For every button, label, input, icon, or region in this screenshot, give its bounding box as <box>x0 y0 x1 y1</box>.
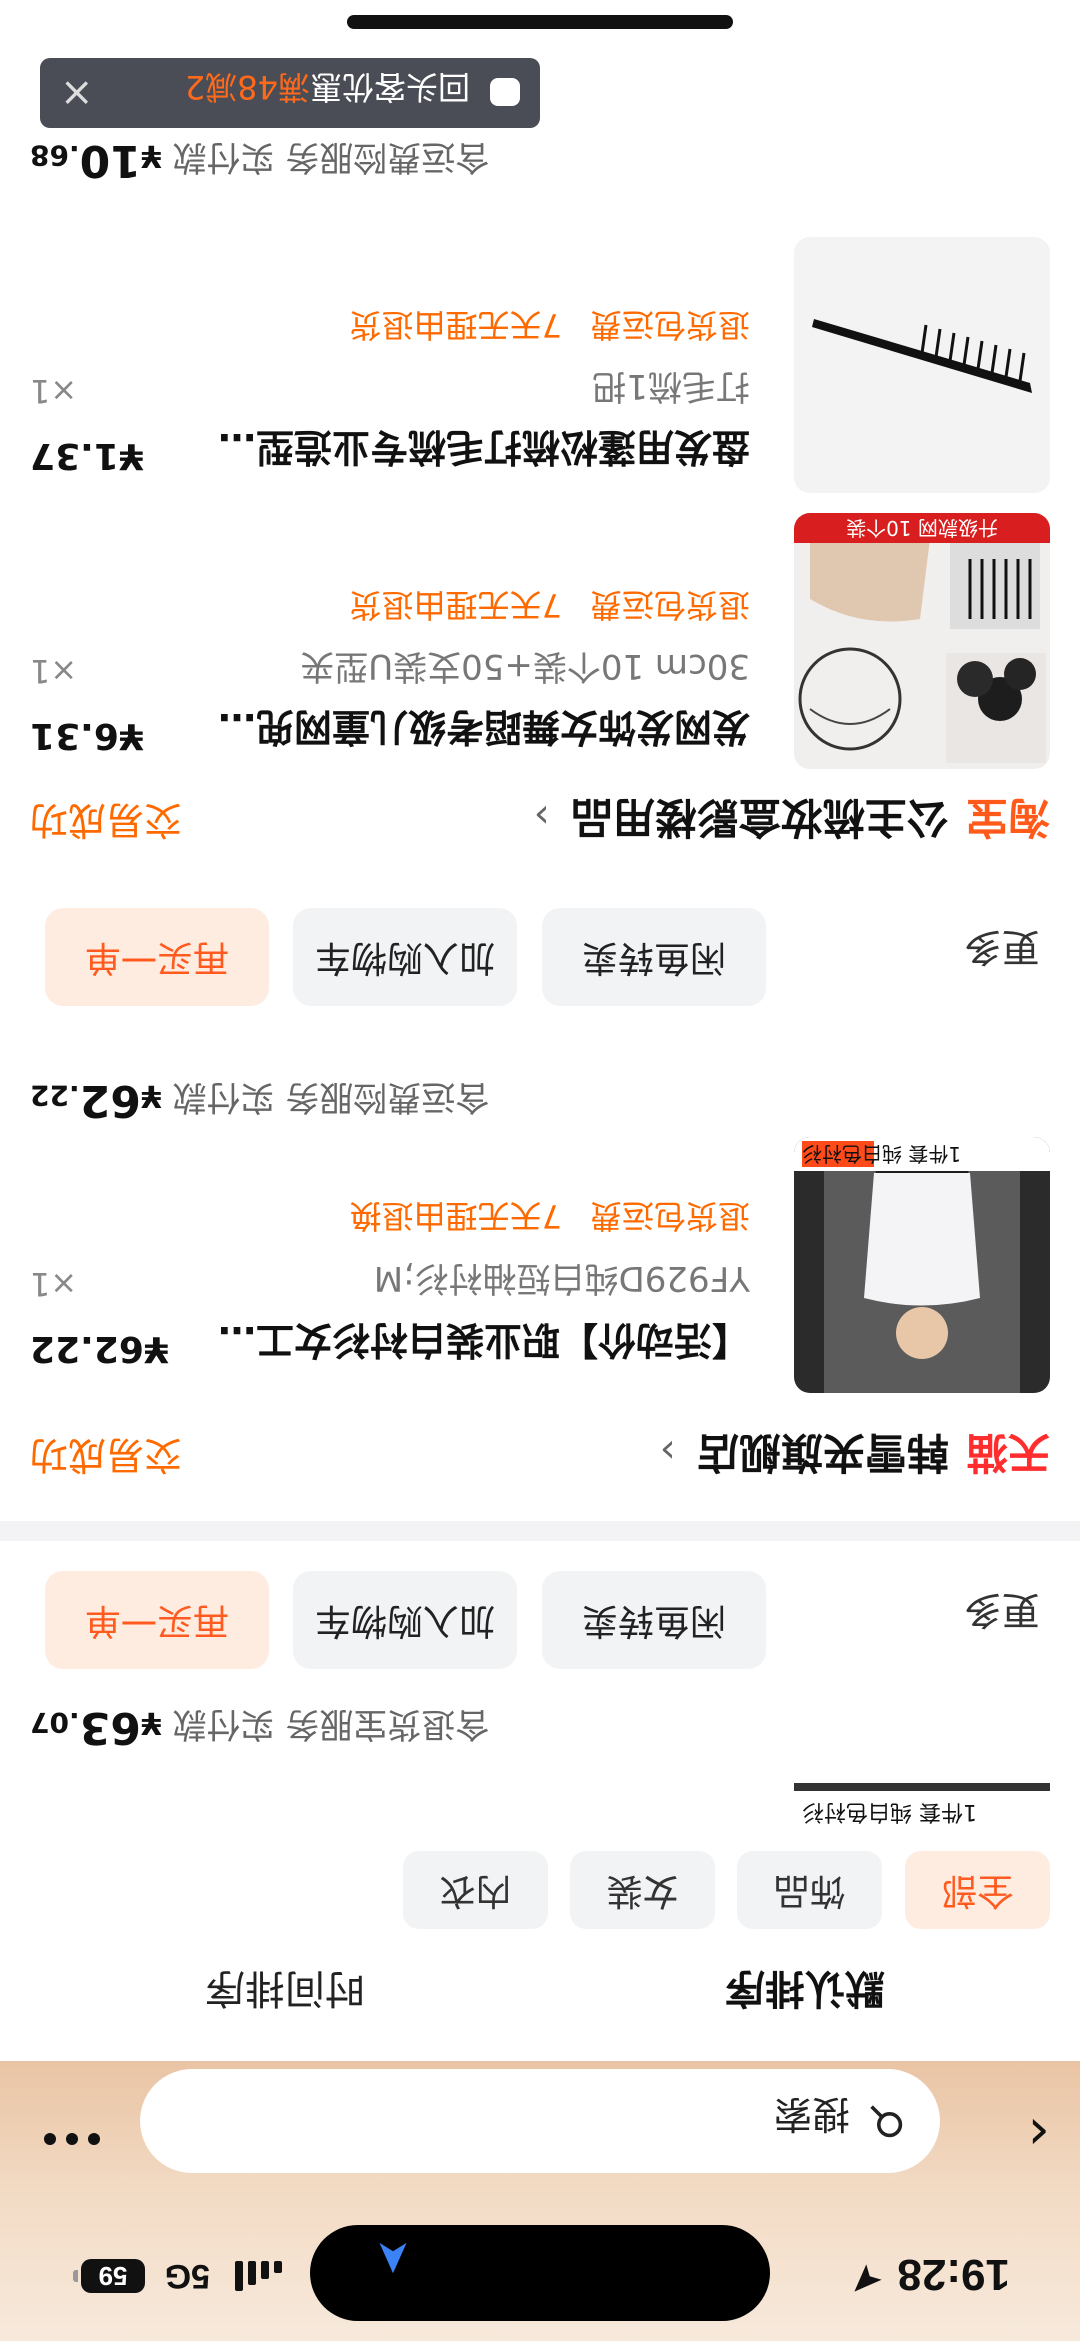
store-name: 公主梳妆盒影楼用品 <box>570 793 949 842</box>
product-title[interactable]: 发网发饰女舞蹈考级儿童网兜盘发… <box>190 703 750 758</box>
tmall-logo: 天猫 <box>965 1429 1050 1476</box>
search-icon <box>870 2105 903 2138</box>
service-tag: 7天无理由退换 <box>349 1197 562 1235</box>
add-to-cart-button[interactable]: 加入购物车 <box>293 908 517 1006</box>
product-service-tags: 退货包运费 7天无理由退货 <box>322 304 750 350</box>
comb-photo <box>794 237 1050 493</box>
sort-by-time[interactable]: 时间排序 <box>205 1963 365 2021</box>
product-tag: 1件套 纯白色衬衫 <box>794 1791 1050 1831</box>
order-actions: 更多 闲鱼转卖 加入购物车 再买一单 <box>0 906 1080 1006</box>
rebuy-button[interactable]: 再买一单 <box>45 1571 269 1669</box>
navigation-arrow-icon <box>379 2242 407 2274</box>
paid-amount: 含退货宝服务 实付款 ¥63.07 <box>30 1702 489 1753</box>
network-type: 5G <box>164 2257 210 2295</box>
product-qty: ×1 <box>30 652 78 690</box>
product-sku: 30cm 10个装+50支装U型夹 <box>300 646 750 686</box>
product-price: ¥1.37 <box>30 435 144 476</box>
search-input[interactable]: 搜索 <box>140 2069 940 2173</box>
product-image: 升级款网 10个装 <box>794 513 1050 769</box>
product-service-tags: 退货包运费 7天无理由退货 <box>322 584 750 630</box>
filter-chip-underwear[interactable]: 内衣 <box>403 1851 548 1929</box>
product-service-tags: 退货包运费 7天无理由退换 <box>322 1195 750 1241</box>
search-placeholder: 搜索 <box>773 2092 850 2136</box>
more-button[interactable]: 更多 <box>964 1586 1040 1641</box>
location-arrow-icon <box>854 2264 882 2292</box>
service-tag: 退货包运费 <box>589 306 750 344</box>
battery-icon: 59 <box>81 2259 145 2293</box>
blouse-photo <box>794 1137 1050 1393</box>
order-card[interactable]: 淘宝 公主梳妆盒影楼用品 › 交易成功 升级款网 10个装 发网发饰女舞蹈考级儿… <box>0 0 1080 886</box>
resell-button[interactable]: 闲鱼转卖 <box>542 908 766 1006</box>
status-time: 19:28 <box>897 2250 1010 2299</box>
close-icon[interactable]: × <box>60 70 94 116</box>
screen: 19:28 5G 59 ‹ 搜索 默认排序 时间排序 全部 饰品 女装 内衣 1… <box>0 0 1080 2341</box>
store-name: 韩雪夹旗舰店 <box>696 1428 949 1477</box>
rebuy-button[interactable]: 再买一单 <box>45 908 269 1006</box>
chevron-right-icon: › <box>659 1428 676 1474</box>
paid-label: 含运费险服务 实付款 <box>172 137 490 177</box>
product-qty: ×1 <box>30 372 78 410</box>
product-title[interactable]: 【活动价】职业装白衬衫女工作服… <box>190 1316 750 1371</box>
paid-dec: .22 <box>30 1079 80 1112</box>
store-row[interactable]: 淘宝 公主梳妆盒影楼用品 › 交易成功 <box>30 791 1050 851</box>
product-tag: 1件套 纯白色衬衫 <box>802 1142 962 1166</box>
order-actions: 更多 闲鱼转卖 加入购物车 再买一单 <box>0 1569 1080 1669</box>
more-button[interactable]: 更多 <box>964 923 1040 978</box>
product-price: ¥6.31 <box>30 715 144 756</box>
toast-prefix: 回头客优惠 <box>309 68 470 106</box>
toast-highlight: 满48减2 <box>184 68 310 106</box>
sort-bar: 默认排序 时间排序 <box>0 1941 1080 2061</box>
paid-currency: ¥ <box>140 1705 162 1740</box>
sort-default[interactable]: 默认排序 <box>725 1963 885 2021</box>
paid-amount: 含运费险服务 实付款 ¥10.68 <box>30 135 489 186</box>
hairnet-photo <box>794 513 1050 769</box>
paid-dec: .68 <box>30 139 80 172</box>
paid-currency: ¥ <box>140 1078 162 1113</box>
order-card[interactable]: 1件套 纯白色衬衫 含退货宝服务 实付款 ¥63.07 更多 闲鱼转卖 加入购物… <box>0 1541 1080 1831</box>
home-indicator <box>347 15 733 29</box>
taobao-logo: 淘宝 <box>965 794 1050 841</box>
dynamic-island <box>310 2225 770 2321</box>
resell-button[interactable]: 闲鱼转卖 <box>542 1571 766 1669</box>
paid-currency: ¥ <box>140 138 162 173</box>
search-header: ‹ 搜索 <box>0 2061 1080 2201</box>
paid-label: 含运费险服务 实付款 <box>172 1077 490 1117</box>
back-button[interactable]: ‹ <box>990 2101 1050 2166</box>
chevron-right-icon: › <box>533 793 550 839</box>
paid-int: 62 <box>79 1075 141 1126</box>
paid-amount: 含运费险服务 实付款 ¥62.22 <box>30 1075 489 1126</box>
filter-chip-all[interactable]: 全部 <box>905 1851 1050 1929</box>
order-status: 交易成功 <box>30 1433 183 1477</box>
coupon-icon <box>490 78 520 106</box>
toast-text: 回头客优惠满48减2 <box>185 66 470 112</box>
service-tag: 7天无理由退货 <box>349 586 562 624</box>
paid-dec: .07 <box>30 1706 80 1739</box>
store-row[interactable]: 天猫 韩雪夹旗舰店 › 交易成功 <box>30 1426 1050 1486</box>
filter-chips: 全部 饰品 女装 内衣 <box>0 1831 1080 1941</box>
service-tag: 7天无理由退货 <box>349 306 562 344</box>
paid-int: 10 <box>79 135 141 186</box>
product-sku: 打毛梳1把 <box>592 366 750 406</box>
order-status: 交易成功 <box>30 798 183 842</box>
product-image: 1件套 纯白色衬衫 <box>794 1783 1050 1831</box>
product-qty: ×1 <box>30 1265 78 1303</box>
product-title[interactable]: 盘发用蓬松梳打毛梳专业造型梳子… <box>190 423 750 478</box>
service-tag: 退货包运费 <box>589 586 750 624</box>
signal-icon <box>235 2261 282 2291</box>
product-sku: YF929D纯白短袖衬衫;M <box>373 1258 750 1298</box>
order-card[interactable]: 天猫 韩雪夹旗舰店 › 交易成功 1件套 纯白色衬衫 【活动价】职业装白衬衫女工… <box>0 876 1080 1521</box>
filter-chip-womens-clothing[interactable]: 女装 <box>570 1851 715 1929</box>
paid-int: 63 <box>79 1702 141 1753</box>
product-image: 1件套 纯白色衬衫 <box>794 1137 1050 1393</box>
paid-label: 含退货宝服务 实付款 <box>172 1704 490 1744</box>
product-image <box>794 237 1050 493</box>
product-price: ¥62.22 <box>30 1328 169 1369</box>
service-tag: 退货包运费 <box>589 1197 750 1235</box>
more-options-icon[interactable] <box>44 2133 100 2145</box>
add-to-cart-button[interactable]: 加入购物车 <box>293 1571 517 1669</box>
returning-customer-toast[interactable]: 回头客优惠满48减2 × <box>40 58 540 128</box>
filter-chip-accessories[interactable]: 饰品 <box>737 1851 882 1929</box>
product-badge: 升级款网 10个装 <box>846 516 998 540</box>
status-bar: 19:28 5G 59 <box>0 2201 1080 2341</box>
